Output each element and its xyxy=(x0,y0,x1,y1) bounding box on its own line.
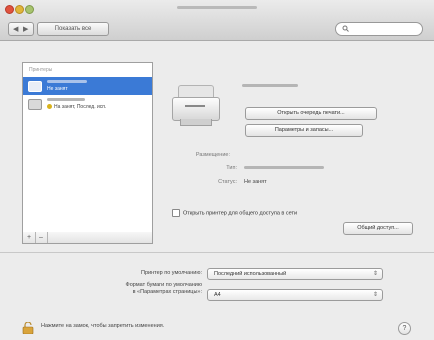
printer-icon xyxy=(28,81,42,92)
printers-list-header: Принтеры xyxy=(29,67,53,73)
help-button[interactable]: ? xyxy=(398,322,411,335)
status-dot-icon xyxy=(47,104,52,110)
sharing-settings-button[interactable]: Общий доступ... xyxy=(343,222,413,235)
toolbar: ◀ ▶ Показать все xyxy=(0,0,434,41)
printers-list[interactable]: Принтеры Не занят На занят, Послед. исп. xyxy=(22,62,153,234)
kind-value xyxy=(244,165,324,169)
select-arrows-icon: ⇕ xyxy=(372,292,378,298)
options-and-supplies-button[interactable]: Параметры и запасы... xyxy=(245,124,363,137)
paper-size-label-line2: в «Параметрах страницы»: xyxy=(132,289,202,295)
printer-name xyxy=(47,79,87,85)
printer-status: Не занят xyxy=(47,86,68,92)
printer-list-item-selected[interactable]: Не занят xyxy=(23,77,152,95)
printers-list-footer: + – xyxy=(22,232,153,244)
chevron-left-icon[interactable]: ◀ xyxy=(13,25,18,33)
back-forward-buttons[interactable]: ◀ ▶ xyxy=(8,22,34,36)
share-printer-row[interactable]: Открыть принтер для общего доступа в сет… xyxy=(172,209,297,217)
magnifier-icon xyxy=(342,25,349,32)
open-print-queue-button[interactable]: Открыть очередь печати... xyxy=(245,107,377,120)
remove-printer-button[interactable]: – xyxy=(35,232,48,243)
divider xyxy=(0,252,434,253)
default-printer-value: Последний использованный xyxy=(214,271,287,277)
show-all-button[interactable]: Показать все xyxy=(37,22,109,36)
share-printer-checkbox[interactable] xyxy=(172,209,180,217)
printer-status: На занят, Послед. исп. xyxy=(47,104,106,110)
status-label: Статус: xyxy=(218,179,237,185)
printer-status-text: На занят, Послед. исп. xyxy=(54,104,107,110)
lock-icon[interactable] xyxy=(22,322,36,334)
paper-size-value: А4 xyxy=(214,292,221,298)
system-preferences-window: ◀ ▶ Показать все Принтеры Не занят На за… xyxy=(0,0,434,340)
kind-label: Тип: xyxy=(226,165,237,171)
select-arrows-icon: ⇕ xyxy=(372,271,378,277)
lock-hint-text: Нажмите на замок, чтобы запретить измене… xyxy=(41,323,165,329)
printer-icon xyxy=(28,99,42,110)
paper-size-label: Формат бумаги по умолчанию в «Параметрах… xyxy=(102,282,202,296)
status-value: Не занят xyxy=(244,179,267,185)
selected-printer-name xyxy=(242,83,298,89)
share-printer-label: Открыть принтер для общего доступа в сет… xyxy=(183,210,298,217)
printer-name xyxy=(47,97,85,103)
default-printer-select[interactable]: Последний использованный ⇕ xyxy=(207,268,383,280)
printer-list-item[interactable]: На занят, Послед. исп. xyxy=(23,95,152,113)
search-field[interactable] xyxy=(335,22,423,36)
paper-size-select[interactable]: А4 ⇕ xyxy=(207,289,383,301)
window-title xyxy=(0,5,434,11)
paper-size-label-line1: Формат бумаги по умолчанию xyxy=(125,282,202,288)
chevron-right-icon[interactable]: ▶ xyxy=(23,25,28,33)
printer-image xyxy=(172,85,220,127)
location-label: Размещение: xyxy=(195,152,230,158)
default-printer-label: Принтер по умолчанию: xyxy=(141,270,202,276)
